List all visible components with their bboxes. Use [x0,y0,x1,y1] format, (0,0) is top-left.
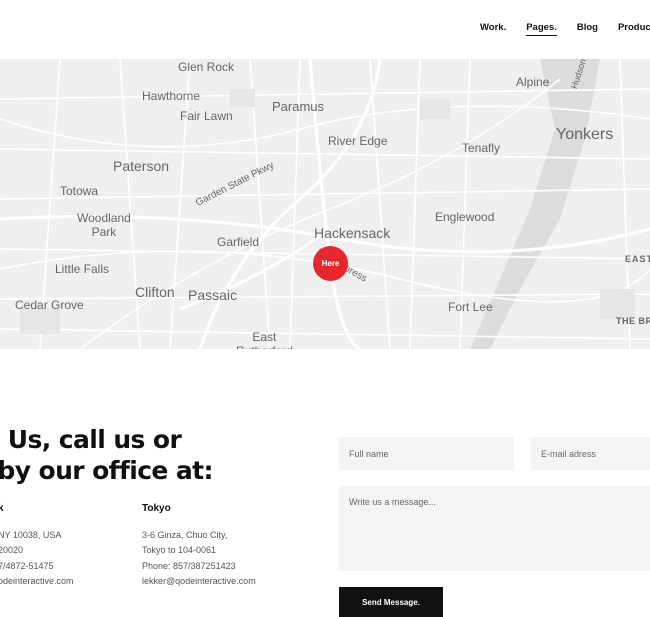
nav-item-pages[interactable]: Pages. [526,22,557,36]
office-left-address: NY 10038, USA [0,530,62,540]
contact-heading-line-2: p by our office at: [0,456,214,485]
map-label-glen-rock: Glen Rock [178,60,235,74]
office-tokyo-city: Tokyo to 104-0061 [142,545,217,555]
map-label-englewood: Englewood [435,210,495,224]
office-left-phone: 7/4872-51475 [0,561,54,571]
office-tokyo-phone: Phone: 857/387251423 [142,561,236,571]
map-label-the-bronx: THE BR [616,316,650,326]
location-map[interactable]: Glen Rock Hawthorne Fair Lawn Paramus Ri… [0,59,650,349]
map-label-clifton: Clifton [135,284,175,300]
site-header: Work. Pages. Blog Products [0,0,650,59]
full-name-input[interactable] [339,437,514,470]
map-label-fair-lawn: Fair Lawn [180,109,233,123]
map-marker[interactable]: Here [313,246,348,281]
map-label-tenafly: Tenafly [462,141,501,155]
map-label-totowa: Totowa [60,184,99,198]
office-tokyo-address: 3-6 Ginza, Chuo City, [142,530,228,540]
map-label-hackensack: Hackensack [314,225,391,241]
map-label-yonkers: Yonkers [556,126,614,143]
office-tokyo-email[interactable]: lekker@qodeinteractive.com [142,576,256,586]
nav-item-work[interactable]: Work. [480,22,506,36]
map-label-little-falls: Little Falls [55,262,110,276]
map-label-east: EAST [625,254,650,264]
map-label-paramus: Paramus [272,99,325,114]
send-message-button[interactable]: Send Message. [339,587,443,617]
map-label-fort-lee: Fort Lee [448,300,493,314]
map-label-woodland-park: Woodland Park [77,211,131,239]
office-tokyo-title: Tokyo [142,503,171,514]
map-label-paterson: Paterson [113,158,170,174]
office-left-title: k [0,503,4,514]
contact-heading: te Us, call us or p by our office at: [0,424,272,486]
office-left-zip: 20020 [0,545,24,555]
contact-heading-line-1: te Us, call us or [0,425,182,454]
map-label-river-edge: River Edge [328,134,388,148]
map-roads [0,59,650,349]
map-label-cedar-grove: Cedar Grove [15,298,84,312]
nav-item-blog[interactable]: Blog [577,22,598,36]
map-label-alpine: Alpine [516,75,550,89]
map-label-hawthorne: Hawthorne [142,89,201,103]
map-label-garfield: Garfield [217,235,260,249]
map-label-passaic: Passaic [188,287,238,303]
map-label-east-rutherford: East Rutherford [236,330,293,349]
main-nav: Work. Pages. Blog Products [480,22,650,36]
nav-item-products[interactable]: Products [618,22,650,36]
office-left-email[interactable]: odeinteractive.com [0,576,74,586]
email-input[interactable] [531,437,650,470]
message-textarea[interactable] [339,486,650,571]
